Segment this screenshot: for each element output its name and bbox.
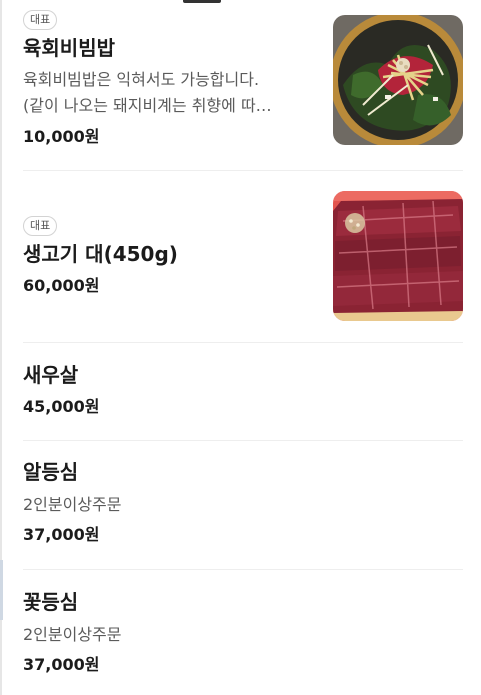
menu-item-description: 2인분이상주문 bbox=[23, 625, 122, 644]
signature-badge: 대표 bbox=[23, 10, 58, 30]
menu-item-name: 생고기 대(450g) bbox=[23, 242, 178, 266]
menu-item-name: 알등심 bbox=[23, 460, 79, 484]
signature-badge: 대표 bbox=[23, 216, 58, 236]
menu-item-price: 60,000원 bbox=[23, 276, 100, 295]
menu-item-price: 37,000원 bbox=[23, 655, 100, 674]
yukhoe-bibimbap-photo[interactable] bbox=[333, 15, 463, 145]
item-divider bbox=[23, 170, 463, 171]
side-marker bbox=[0, 560, 3, 620]
menu-item-name: 꽃등심 bbox=[23, 590, 79, 614]
menu-item-price: 10,000원 bbox=[23, 127, 100, 146]
menu-item-name: 새우살 bbox=[23, 363, 79, 387]
raw-beef-platter-photo[interactable] bbox=[333, 191, 463, 321]
item-divider bbox=[23, 342, 463, 343]
menu-item-price: 37,000원 bbox=[23, 525, 100, 544]
menu-item-shrimp-cut[interactable]: 새우살 45,000원 bbox=[23, 362, 463, 422]
item-divider bbox=[23, 569, 463, 570]
menu-item-marbled-sirloin[interactable]: 꽃등심 2인분이상주문 37,000원 bbox=[23, 589, 463, 679]
menu-item-eye-sirloin[interactable]: 알등심 2인분이상주문 37,000원 bbox=[23, 459, 463, 549]
menu-item-description-cont: (같이 나오는 돼지비계는 취향에 따… bbox=[23, 96, 272, 115]
menu-item-description: 2인분이상주문 bbox=[23, 495, 122, 514]
menu-item-name: 육회비빔밥 bbox=[23, 36, 115, 60]
menu-item-price: 45,000원 bbox=[23, 397, 100, 416]
scroll-indicator bbox=[183, 0, 221, 3]
menu-item-description: 육회비빔밥은 익혀서도 가능합니다. bbox=[23, 70, 260, 89]
item-divider bbox=[23, 440, 463, 441]
